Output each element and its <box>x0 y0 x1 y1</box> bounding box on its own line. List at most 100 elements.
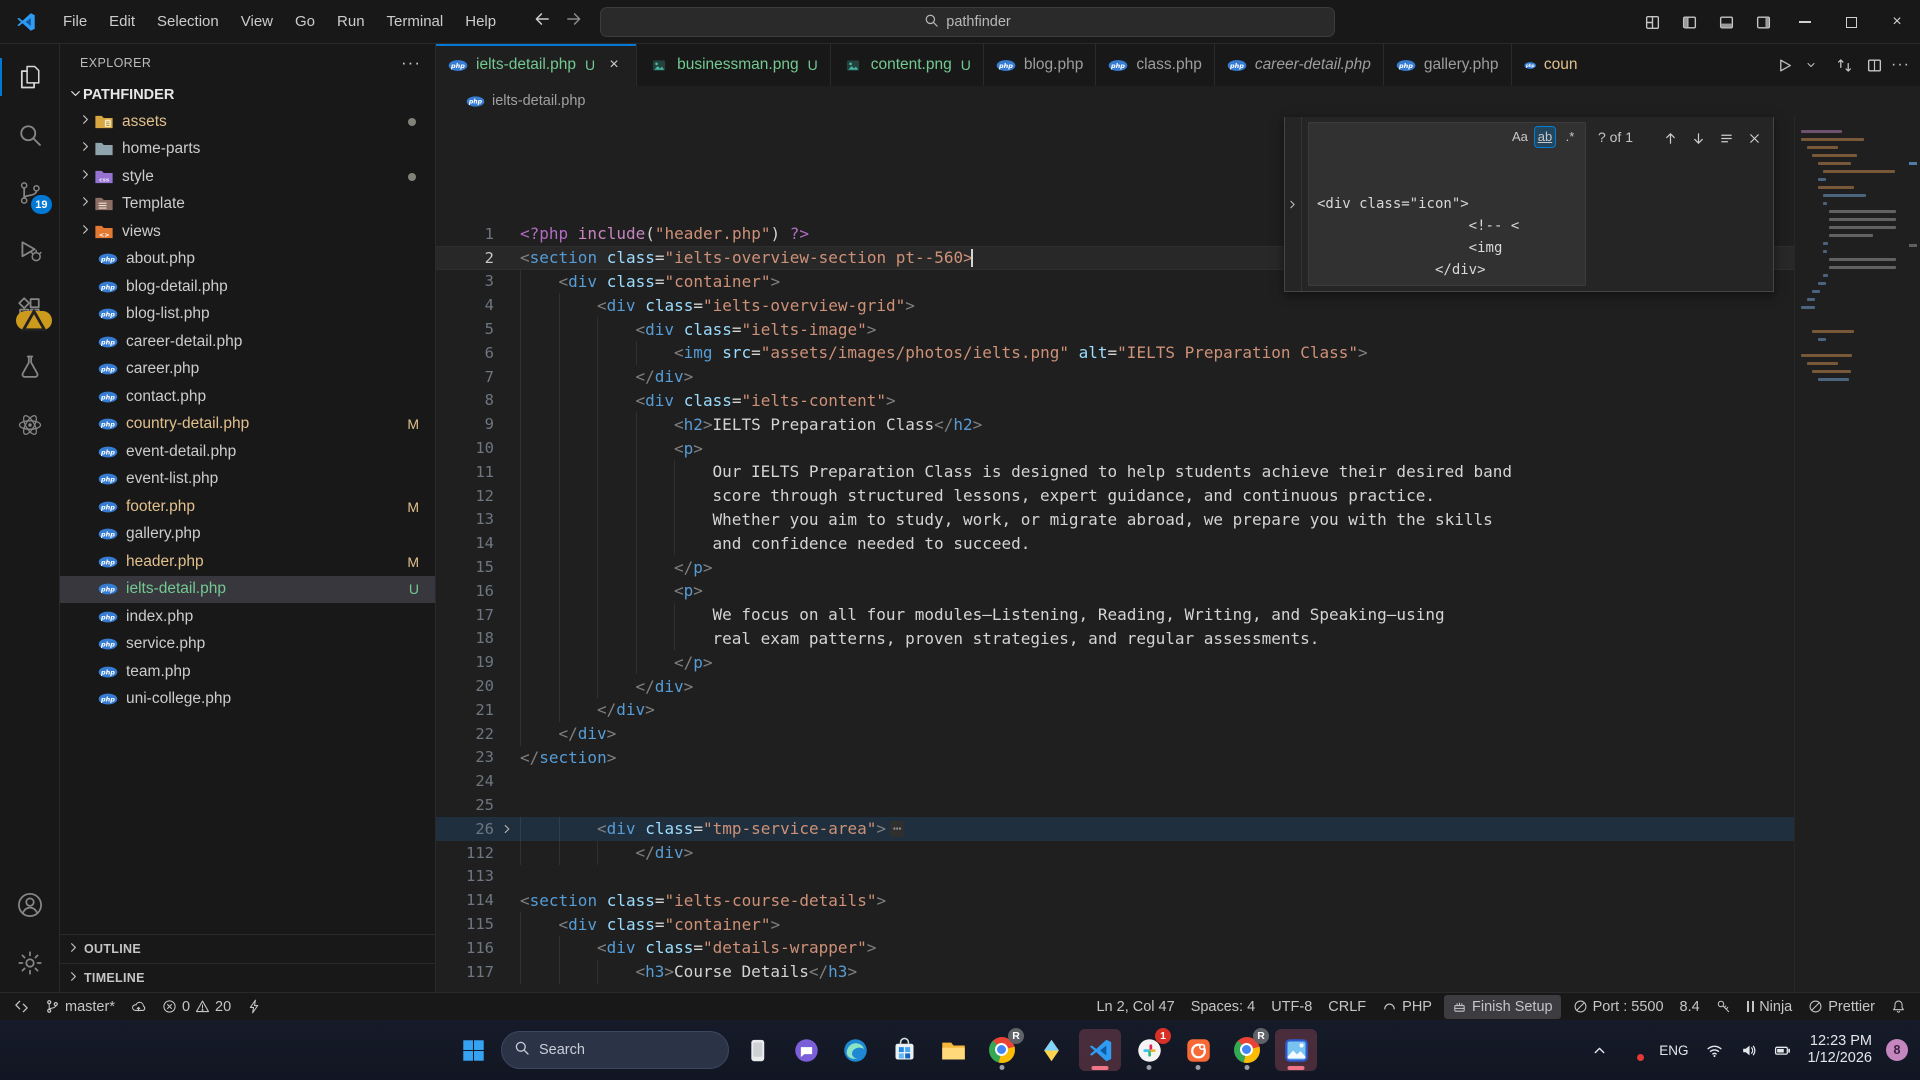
file-event-list.php[interactable]: phpevent-list.php <box>60 466 435 494</box>
folder-assets[interactable]: assets <box>60 108 435 136</box>
status-ln-2-col-47[interactable]: Ln 2, Col 47 <box>1088 995 1182 1019</box>
taskbar-chrome-2-icon[interactable]: R <box>1226 1029 1268 1071</box>
minimize-button[interactable] <box>1782 0 1828 44</box>
run-chevron-icon[interactable] <box>1801 52 1827 78</box>
activity-testing-icon[interactable] <box>0 338 60 396</box>
previous-match-icon[interactable] <box>1657 125 1683 151</box>
status-bell[interactable] <box>1883 995 1914 1019</box>
explorer-more-icon[interactable]: ··· <box>401 53 421 73</box>
toggle-sidebar-icon[interactable] <box>1671 0 1708 44</box>
file-blog-list.php[interactable]: phpblog-list.php <box>60 301 435 329</box>
activity-react-icon[interactable] <box>0 396 60 454</box>
file-ielts-detail.php[interactable]: phpielts-detail.phpU <box>60 576 435 604</box>
status-master-[interactable]: master* <box>37 995 123 1019</box>
taskbar-postman-icon[interactable] <box>1177 1029 1219 1071</box>
maximize-button[interactable] <box>1828 0 1874 44</box>
taskbar-photos-icon[interactable] <box>1275 1029 1317 1071</box>
file-country-detail.php[interactable]: phpcountry-detail.phpM <box>60 411 435 439</box>
tab-ielts-detail.php[interactable]: phpielts-detail.phpU× <box>436 44 637 86</box>
activity-settings-icon[interactable] <box>0 934 60 992</box>
status-8-4[interactable]: 8.4 <box>1672 995 1708 1019</box>
fold-chevron-icon[interactable] <box>494 822 520 836</box>
file-uni-college.php[interactable]: phpuni-college.php <box>60 686 435 714</box>
taskbar-chrome-icon[interactable]: R <box>981 1029 1023 1071</box>
status-prettier[interactable]: Prettier <box>1800 995 1883 1019</box>
status-0[interactable]: 020 <box>154 995 239 1019</box>
volume-icon[interactable] <box>1733 1032 1763 1068</box>
file-event-detail.php[interactable]: phpevent-detail.php <box>60 438 435 466</box>
file-footer.php[interactable]: phpfooter.phpM <box>60 493 435 521</box>
taskbar-file-explorer-icon[interactable] <box>932 1029 974 1071</box>
menu-terminal[interactable]: Terminal <box>376 7 455 37</box>
tab-class.php[interactable]: phpclass.php <box>1096 44 1214 86</box>
open-changes-icon[interactable] <box>1831 52 1857 78</box>
file-team.php[interactable]: phpteam.php <box>60 658 435 686</box>
menu-go[interactable]: Go <box>284 7 326 37</box>
file-career-detail.php[interactable]: phpcareer-detail.php <box>60 328 435 356</box>
status-finish-setup[interactable]: Finish Setup <box>1444 995 1561 1019</box>
regex-button[interactable]: .* <box>1559 126 1581 148</box>
file-about.php[interactable]: phpabout.php <box>60 246 435 274</box>
status-key[interactable] <box>1708 995 1739 1019</box>
menu-file[interactable]: File <box>52 7 98 37</box>
tray-sync-icon[interactable] <box>1618 1032 1648 1068</box>
taskbar-store-icon[interactable] <box>883 1029 925 1071</box>
taskbar-edge-icon[interactable] <box>834 1029 876 1071</box>
menu-run[interactable]: Run <box>326 7 376 37</box>
taskbar-vscode-icon[interactable] <box>1079 1029 1121 1071</box>
taskbar-chat-icon[interactable] <box>785 1029 827 1071</box>
file-gallery.php[interactable]: phpgallery.php <box>60 521 435 549</box>
folder-style[interactable]: cssstyle <box>60 163 435 191</box>
more-actions-icon[interactable]: ··· <box>1891 56 1910 74</box>
activity-explorer-icon[interactable] <box>0 48 60 106</box>
folder-home-parts[interactable]: home-parts <box>60 136 435 164</box>
tab-businessman.png[interactable]: businessman.pngU <box>637 44 831 86</box>
project-root[interactable]: PATHFINDER <box>60 82 435 108</box>
menu-help[interactable]: Help <box>454 7 507 37</box>
start-button[interactable] <box>452 1029 494 1071</box>
status-crlf[interactable]: CRLF <box>1320 995 1374 1019</box>
tray-chevron-up-icon[interactable] <box>1584 1032 1614 1068</box>
find-input[interactable]: <div class="icon"> <!-- < <img </div> Aa… <box>1308 122 1586 286</box>
tab-career-detail.php[interactable]: phpcareer-detail.php <box>1215 44 1384 86</box>
tab-gallery.php[interactable]: phpgallery.php <box>1384 44 1512 86</box>
wifi-icon[interactable] <box>1699 1032 1729 1068</box>
section-outline[interactable]: OUTLINE <box>60 934 435 963</box>
section-timeline[interactable]: TIMELINE <box>60 963 435 992</box>
tab-coun[interactable]: phpcoun <box>1512 44 1590 86</box>
file-career.php[interactable]: phpcareer.php <box>60 356 435 384</box>
whole-word-button[interactable]: ab <box>1534 126 1556 148</box>
back-arrow-icon[interactable] <box>533 10 551 33</box>
breadcrumb[interactable]: php ielts-detail.php <box>436 86 1920 116</box>
status-ninja[interactable]: Ninja <box>1739 995 1801 1019</box>
clock[interactable]: 12:23 PM 1/12/2026 <box>1801 1033 1878 1067</box>
toggle-replace-icon[interactable] <box>1285 117 1302 291</box>
forward-arrow-icon[interactable] <box>565 10 583 33</box>
status-spaces-4[interactable]: Spaces: 4 <box>1183 995 1264 1019</box>
activity-source-control-icon[interactable]: 19 <box>0 164 60 222</box>
file-service.php[interactable]: phpservice.php <box>60 631 435 659</box>
status-bolt[interactable] <box>239 995 270 1019</box>
toggle-secondary-sidebar-icon[interactable] <box>1745 0 1782 44</box>
activity-extensions-icon[interactable] <box>0 280 60 338</box>
menu-view[interactable]: View <box>230 7 284 37</box>
find-in-selection-icon[interactable] <box>1713 125 1739 151</box>
tab-blog.php[interactable]: phpblog.php <box>984 44 1096 86</box>
taskbar-search[interactable]: Search <box>501 1031 729 1069</box>
activity-account-icon[interactable] <box>0 876 60 934</box>
folder-views[interactable]: <>views <box>60 218 435 246</box>
status-port-5500[interactable]: Port : 5500 <box>1565 995 1672 1019</box>
minimap[interactable] <box>1794 116 1906 992</box>
taskbar-paint3d-icon[interactable] <box>1030 1029 1072 1071</box>
close-tab-icon[interactable]: × <box>604 55 624 75</box>
menu-edit[interactable]: Edit <box>98 7 146 37</box>
run-icon[interactable] <box>1771 52 1797 78</box>
customize-layout-icon[interactable] <box>1634 0 1671 44</box>
close-find-icon[interactable] <box>1741 125 1767 151</box>
file-header.php[interactable]: phpheader.phpM <box>60 548 435 576</box>
close-button[interactable]: × <box>1874 0 1920 44</box>
language-indicator[interactable]: ENG <box>1652 1043 1695 1058</box>
menu-selection[interactable]: Selection <box>146 7 230 37</box>
tab-content.png[interactable]: content.pngU <box>831 44 984 86</box>
status-cloud[interactable] <box>123 995 154 1019</box>
